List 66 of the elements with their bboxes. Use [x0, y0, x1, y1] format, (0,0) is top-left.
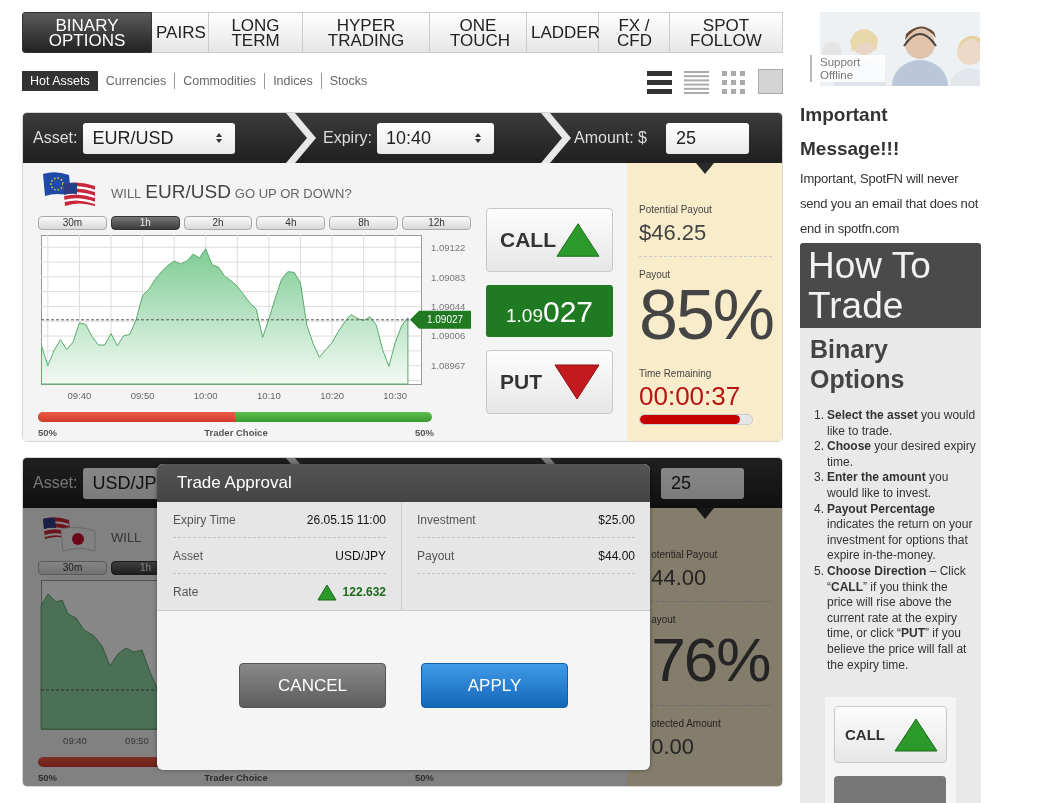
step-text: Choose your desired expiry time. — [827, 439, 977, 471]
stat-label: Time Remaining — [639, 368, 713, 379]
payout-amount: $46.25 — [639, 220, 708, 246]
axis-tick-label: 1.08967 — [431, 360, 466, 372]
detail-label: Expiry Time — [173, 512, 236, 527]
step-number: 4. — [814, 501, 825, 518]
field-label: Asset: — [33, 129, 78, 147]
percent-label: 50% — [414, 427, 434, 438]
axis-tick-label: 1.09006 — [431, 330, 466, 342]
price-tag: 1.09027 — [410, 310, 471, 329]
notice-title: Important Message!!! — [800, 103, 901, 161]
notice-text: Important, SpotFN will never send you an email that does not end in spotfn.com — [800, 170, 980, 238]
axis-tick-label: 09:50 — [130, 390, 155, 401]
payout-percent: 85% — [639, 284, 772, 346]
stat-label: Potential Payout — [639, 204, 713, 215]
axis-tick-label: 1.09044 — [431, 301, 466, 313]
axis-tick-label: 1.09122 — [431, 241, 466, 253]
question-text: WILL EUR/USD GO UP OR DOWN? — [111, 180, 352, 203]
axis-tick-label: 1.09083 — [431, 271, 466, 283]
price-display: 1.09027 — [486, 285, 613, 337]
detail-label: Rate — [173, 585, 199, 599]
stat-label: otential Payout — [651, 549, 719, 560]
guide-title: Binary Options — [809, 334, 906, 394]
percent-label: 50% — [414, 772, 434, 783]
detail-value: 26.05.15 11:00 — [306, 512, 386, 527]
detail-value: USD/JPY — [335, 548, 386, 563]
payout-amount: 44.00 — [651, 565, 708, 591]
detail-value: $44.00 — [598, 548, 635, 563]
axis-tick-label: 09:40 — [63, 735, 87, 746]
step-number: 3. — [814, 470, 825, 487]
axis-tick-label: 10:00 — [193, 390, 218, 401]
step-number: 2. — [814, 439, 825, 456]
field-label: Expiry: — [323, 129, 372, 147]
stat-label: Payout — [639, 269, 672, 280]
detail-label: Payout — [417, 548, 455, 563]
axis-tick-label: 10:10 — [257, 390, 281, 401]
field-label: Amount: $ — [574, 129, 647, 147]
detail-value: 122.632 — [342, 585, 386, 599]
percent-label: 50% — [38, 772, 57, 783]
stat-label: ayout — [651, 614, 677, 625]
axis-tick-label: 09:40 — [67, 390, 92, 401]
step-text: Select the asset you would like to trade. — [827, 408, 977, 440]
step-text: Payout Percentage indicates the return on your investment for options that expire in-the-money. — [827, 501, 974, 564]
countdown-timer: 00:00:37 — [639, 381, 742, 412]
field-label: Asset: — [33, 474, 78, 492]
axis-tick-label: 10:20 — [320, 390, 344, 401]
payout-percent: 76% — [651, 629, 771, 691]
payout-amount: 0.00 — [651, 734, 695, 760]
axis-tick-label: 10:30 — [383, 390, 408, 401]
percent-label: 50% — [38, 427, 57, 438]
question-text: WILL — [111, 528, 142, 546]
how-to-banner: How To Trade — [800, 243, 981, 328]
bar-caption: Trader Choice — [204, 427, 268, 438]
support-status: Support Offline — [810, 55, 885, 82]
step-number: 1. — [814, 408, 825, 424]
stat-label: otected Amount — [651, 718, 722, 729]
detail-label: Investment — [417, 512, 476, 527]
axis-tick-label: 09:50 — [125, 735, 149, 746]
ref-line-label: 1.09027 — [426, 314, 464, 326]
step-text: Enter the amount you would like to invest. — [827, 470, 950, 502]
step-number: 5. — [814, 563, 825, 580]
dialog-title: Trade Approval — [157, 464, 650, 502]
step-text: Choose Direction – Click “CALL” if you think the price will rise above the current rate at the expiry time, or click “PUT” if you believe the price will fall at the expiry time. — [827, 563, 968, 674]
detail-value: $25.00 — [598, 512, 635, 527]
detail-label: Asset — [173, 548, 203, 563]
bar-caption: Trader Choice — [204, 772, 268, 783]
